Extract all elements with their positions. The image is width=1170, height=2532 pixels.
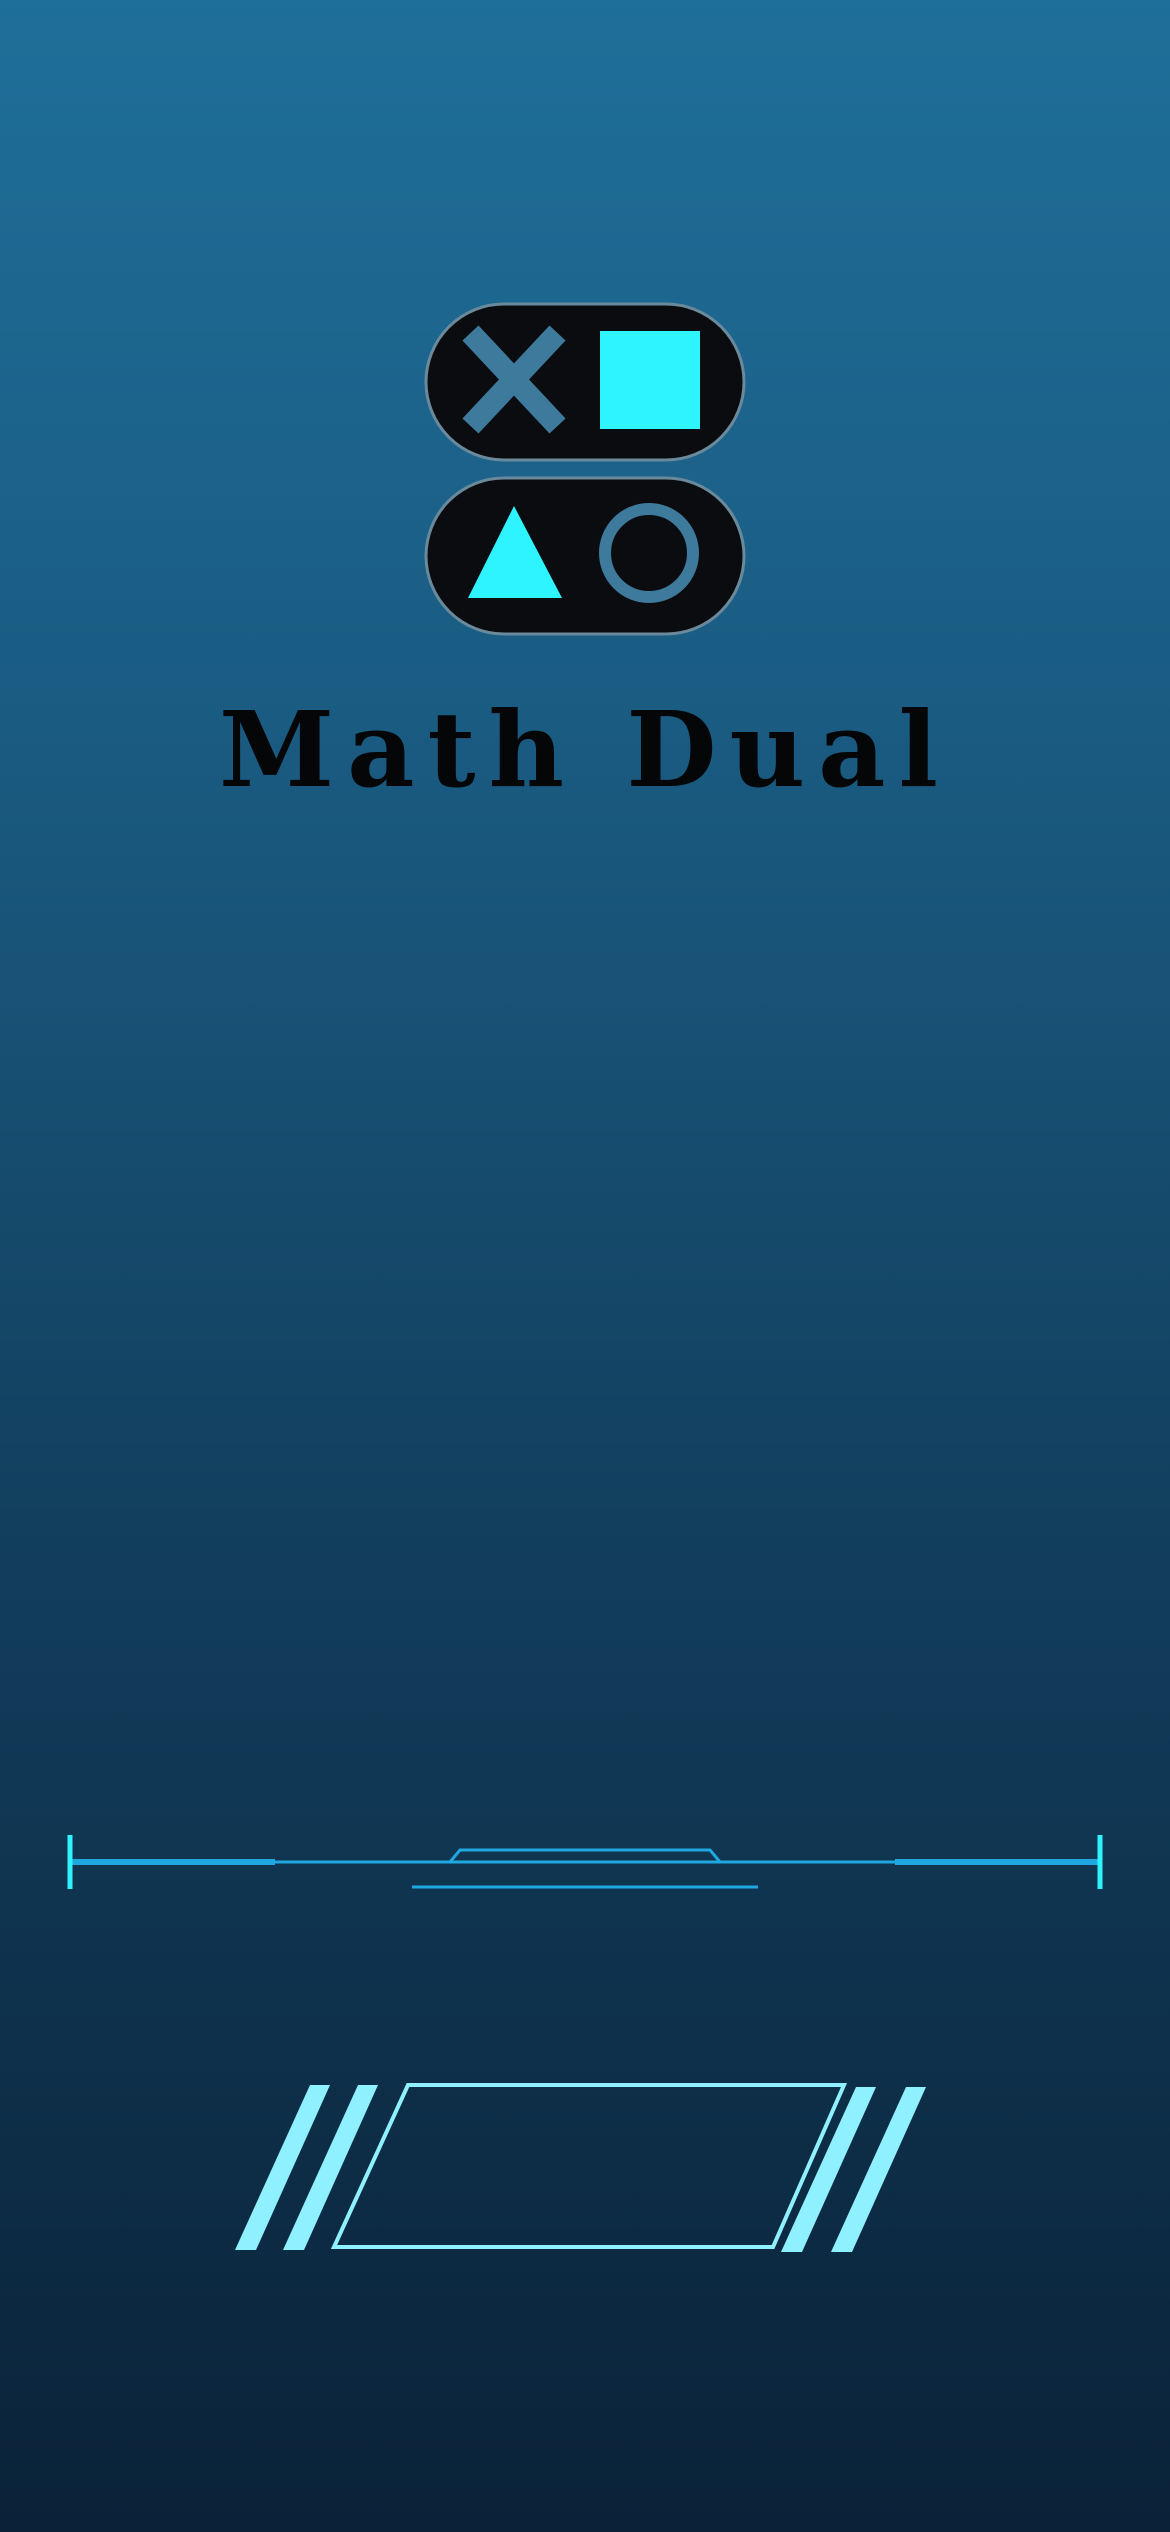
game-title: Math Dual — [218, 688, 952, 811]
left-slash-outer — [235, 2085, 330, 2250]
left-slash-inner — [283, 2085, 378, 2250]
square-icon — [600, 331, 700, 429]
game-screen: Math Dual — [0, 0, 1170, 2532]
play-button-frame — [330, 2083, 848, 2249]
play-button[interactable] — [228, 2075, 948, 2255]
hud-divider — [67, 1835, 1103, 1889]
game-logo — [424, 302, 746, 636]
